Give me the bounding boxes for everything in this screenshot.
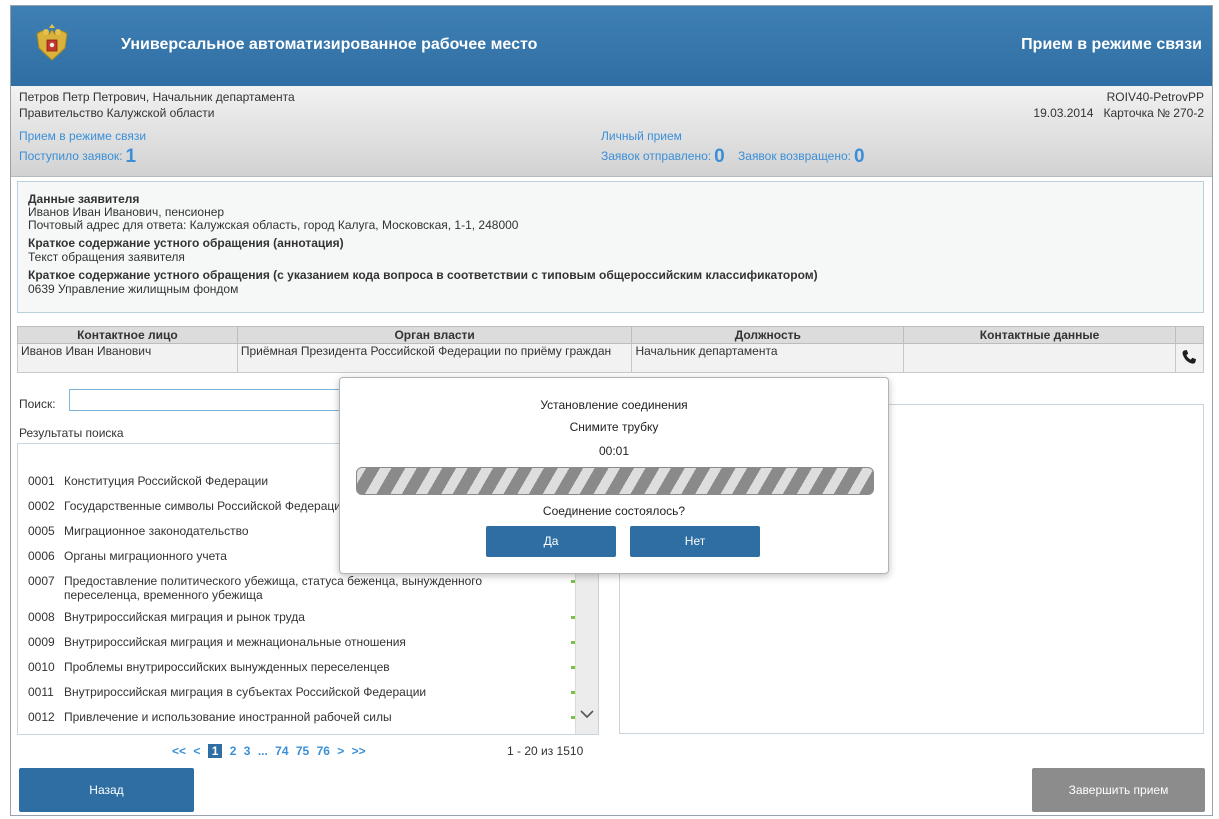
returned-label: Заявок возвращено:	[738, 149, 851, 163]
list-item-code: 0008	[28, 610, 55, 624]
list-item-text: Проблемы внутрироссийских вынужденных пе…	[64, 660, 390, 674]
user-login: ROIV40-PetrovPP	[1106, 90, 1204, 104]
list-item-text: Внутрироссийская миграция и рынок труда	[64, 610, 305, 624]
pager-next[interactable]: >	[337, 744, 344, 758]
finish-reception-button[interactable]: Завершить прием	[1032, 768, 1205, 812]
pager-page-74[interactable]: 74	[275, 744, 288, 758]
phone-icon[interactable]	[1181, 349, 1197, 365]
col-header-position: Должность	[631, 326, 905, 344]
app-title: Универсальное автоматизированное рабочее…	[121, 36, 538, 53]
no-button[interactable]: Нет	[630, 526, 760, 557]
applicant-address: Почтовый адрес для ответа: Калужская обл…	[28, 218, 519, 232]
list-item-text: Предоставление политического убежища, ст…	[64, 574, 483, 602]
sent-label: Заявок отправлено:	[601, 149, 712, 163]
back-button[interactable]: Назад	[19, 768, 194, 812]
cell-contact	[903, 343, 1176, 373]
current-date: 19.03.2014	[1033, 106, 1094, 120]
list-item[interactable]: 0008 Внутрироссийская миграция и рынок тр…	[28, 610, 583, 624]
summary-text: Текст обращения заявителя	[28, 250, 185, 264]
list-item-code: 0011	[28, 685, 54, 699]
contacts-table: Контактное лицо Орган власти Должность К…	[17, 326, 1205, 373]
list-item-code: 0006	[28, 549, 55, 563]
pager-prev[interactable]: <	[193, 744, 200, 758]
table-row: Иванов Иван Иванович Приёмная Президента…	[17, 343, 1205, 373]
col-header-contact: Контактные данные	[903, 326, 1176, 344]
cell-person: Иванов Иван Иванович	[17, 343, 238, 373]
pager-page-3[interactable]: 3	[244, 744, 251, 758]
mode-link[interactable]: Прием в режиме связи	[19, 129, 146, 143]
dialog-question: Соединение состоялось?	[542, 504, 686, 518]
cell-position: Начальник департамента	[631, 343, 905, 373]
list-item-code: 0012	[28, 710, 55, 724]
list-item[interactable]: 0009 Внутрироссийская миграция и межнацио…	[28, 635, 583, 649]
mode-title: Прием в режиме связи	[1021, 36, 1202, 53]
personal-reception-link[interactable]: Личный прием	[601, 129, 682, 143]
col-header-authority: Орган власти	[236, 326, 633, 344]
applicant-data-panel: Данные заявителя Иванов Иван Иванович, п…	[17, 181, 1204, 313]
coat-of-arms-icon	[36, 24, 68, 61]
results-label: Результаты поиска	[19, 426, 124, 440]
pager-last[interactable]: >>	[352, 744, 366, 758]
pager-first[interactable]: <<	[172, 744, 186, 758]
list-item-text: Внутрироссийская миграция в субъектах Ро…	[64, 685, 427, 699]
contacts-header-row: Контактное лицо Орган власти Должность К…	[17, 326, 1205, 344]
col-header-person: Контактное лицо	[17, 326, 238, 344]
pagination: << < 1 2 3 ... 74 75 76 > >>	[172, 744, 370, 758]
list-item-text: Привлечение и использование иностранной …	[64, 710, 392, 724]
yes-button[interactable]: Да	[486, 526, 616, 557]
card-number: Карточка № 270-2	[1103, 106, 1204, 120]
pager-ellipsis: ...	[257, 744, 268, 758]
pager-page-76[interactable]: 76	[317, 744, 330, 758]
list-item[interactable]: 0010 Проблемы внутрироссийских вынужденны…	[28, 660, 583, 674]
dialog-instruction: Снимите трубку	[569, 420, 659, 434]
list-item-code: 0009	[28, 635, 55, 649]
received-counter: Поступило заявок: 1	[19, 146, 136, 168]
list-item-code: 0001	[28, 474, 55, 488]
applicant-section-title: Данные заявителя	[28, 192, 140, 206]
pager-page-75[interactable]: 75	[296, 744, 309, 758]
sent-returned-counters: Заявок отправлено: 0 Заявок возвращено: 0	[601, 146, 865, 168]
date-card-info: 19.03.2014 Карточка № 270-2	[1033, 106, 1204, 120]
list-item-code: 0005	[28, 524, 55, 538]
dialog-timer: 00:01	[598, 444, 630, 458]
search-label: Поиск:	[19, 397, 56, 411]
results-count: 1 - 20 из 1510	[507, 744, 584, 758]
code-title: Краткое содержание устного обращения (с …	[28, 268, 818, 282]
returned-value: 0	[853, 146, 865, 167]
call-cell[interactable]	[1174, 343, 1205, 373]
connection-dialog: Установление соединения Снимите трубку 0…	[339, 377, 889, 574]
list-item[interactable]: 0012 Привлечение и использование иностран…	[28, 710, 583, 724]
list-item[interactable]: 0011 Внутрироссийская миграция в субъекта…	[28, 685, 583, 699]
col-header-action	[1174, 326, 1205, 344]
list-item[interactable]: 0007 Предоставление политического убежища…	[28, 574, 583, 602]
list-item-code: 0010	[28, 660, 55, 674]
list-item-code: 0007	[28, 574, 55, 588]
user-info-bar: Петров Петр Петрович, Начальник департам…	[11, 86, 1212, 177]
app-window: Универсальное автоматизированное рабочее…	[10, 5, 1213, 816]
connection-progress-bar	[356, 467, 874, 495]
list-item-code: 0002	[28, 499, 55, 513]
cell-authority: Приёмная Президента Российской Федерации…	[236, 343, 633, 373]
summary-title: Краткое содержание устного обращения (ан…	[28, 236, 344, 250]
received-value: 1	[125, 146, 137, 167]
list-item-text: Внутрироссийская миграция и межнациональ…	[64, 635, 406, 649]
code-text: 0639 Управление жилищным фондом	[28, 282, 239, 296]
pager-current-page[interactable]: 1	[207, 744, 223, 758]
app-header: Универсальное автоматизированное рабочее…	[11, 6, 1212, 86]
received-label: Поступило заявок:	[19, 149, 123, 163]
user-organization: Правительство Калужской области	[19, 106, 215, 120]
sent-value: 0	[714, 146, 725, 167]
chevron-down-icon[interactable]	[580, 709, 594, 719]
user-name-position: Петров Петр Петрович, Начальник департам…	[19, 90, 295, 104]
applicant-name: Иванов Иван Иванович, пенсионер	[28, 205, 225, 219]
dialog-title: Установление соединения	[540, 398, 688, 412]
pager-page-2[interactable]: 2	[230, 744, 237, 758]
